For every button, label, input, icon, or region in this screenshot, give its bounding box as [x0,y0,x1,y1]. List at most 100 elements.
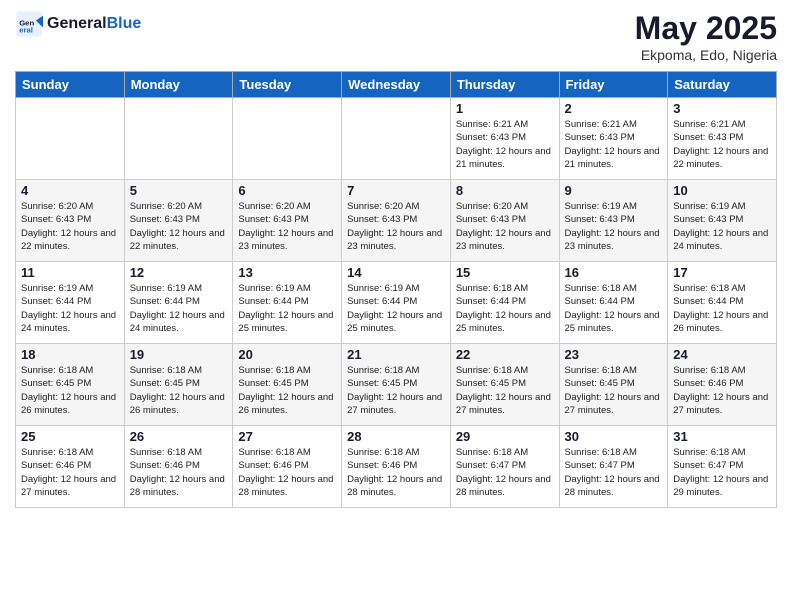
day-number: 21 [347,347,445,362]
calendar-cell-w0-d3 [342,98,451,180]
svg-text:eral: eral [19,25,33,34]
calendar-cell-w2-d3: 14 Sunrise: 6:19 AM Sunset: 6:44 PM Dayli… [342,262,451,344]
day-number: 13 [238,265,336,280]
header: Gen eral GeneralBlue May 2025 Ekpoma, Ed… [15,10,777,63]
day-info: Sunrise: 6:21 AM Sunset: 6:43 PM Dayligh… [673,118,771,171]
day-number: 29 [456,429,554,444]
day-info: Sunrise: 6:19 AM Sunset: 6:44 PM Dayligh… [347,282,445,335]
day-number: 18 [21,347,119,362]
day-info: Sunrise: 6:21 AM Sunset: 6:43 PM Dayligh… [456,118,554,171]
day-info: Sunrise: 6:20 AM Sunset: 6:43 PM Dayligh… [347,200,445,253]
calendar-cell-w0-d6: 3 Sunrise: 6:21 AM Sunset: 6:43 PM Daylig… [668,98,777,180]
day-info: Sunrise: 6:18 AM Sunset: 6:45 PM Dayligh… [130,364,228,417]
calendar-cell-w3-d0: 18 Sunrise: 6:18 AM Sunset: 6:45 PM Dayli… [16,344,125,426]
day-info: Sunrise: 6:18 AM Sunset: 6:46 PM Dayligh… [21,446,119,499]
calendar-cell-w0-d2 [233,98,342,180]
logo-text: GeneralBlue [47,15,141,33]
day-number: 2 [565,101,663,116]
day-number: 30 [565,429,663,444]
week-row-1: 4Sunrise: 6:20 AM Sunset: 6:43 PM Daylig… [16,180,777,262]
calendar-cell-w1-d5: 9 Sunrise: 6:19 AM Sunset: 6:43 PM Daylig… [559,180,668,262]
day-info: Sunrise: 6:18 AM Sunset: 6:46 PM Dayligh… [130,446,228,499]
day-info: Sunrise: 6:19 AM Sunset: 6:43 PM Dayligh… [565,200,663,253]
day-number: 16 [565,265,663,280]
week-row-4: 25Sunrise: 6:18 AM Sunset: 6:46 PM Dayli… [16,426,777,508]
calendar-cell-w4-d3: 28Sunrise: 6:18 AM Sunset: 6:46 PM Dayli… [342,426,451,508]
col-sunday: Sunday [16,72,125,98]
calendar-header-row: Sunday Monday Tuesday Wednesday Thursday… [16,72,777,98]
day-number: 17 [673,265,771,280]
page: Gen eral GeneralBlue May 2025 Ekpoma, Ed… [0,0,792,612]
day-info: Sunrise: 6:19 AM Sunset: 6:44 PM Dayligh… [21,282,119,335]
calendar-cell-w4-d1: 26 Sunrise: 6:18 AM Sunset: 6:46 PM Dayli… [124,426,233,508]
calendar-cell-w0-d4: 1 Sunrise: 6:21 AM Sunset: 6:43 PM Daylig… [450,98,559,180]
calendar-cell-w2-d0: 11 Sunrise: 6:19 AM Sunset: 6:44 PM Dayli… [16,262,125,344]
day-info: Sunrise: 6:18 AM Sunset: 6:45 PM Dayligh… [347,364,445,417]
calendar-cell-w2-d1: 12 Sunrise: 6:19 AM Sunset: 6:44 PM Dayli… [124,262,233,344]
day-info: Sunrise: 6:18 AM Sunset: 6:45 PM Dayligh… [565,364,663,417]
day-info: Sunrise: 6:18 AM Sunset: 6:46 PM Dayligh… [673,364,771,417]
day-number: 1 [456,101,554,116]
week-row-2: 11 Sunrise: 6:19 AM Sunset: 6:44 PM Dayli… [16,262,777,344]
calendar-cell-w0-d5: 2 Sunrise: 6:21 AM Sunset: 6:43 PM Daylig… [559,98,668,180]
location: Ekpoma, Edo, Nigeria [635,47,777,63]
calendar-cell-w0-d1 [124,98,233,180]
day-info: Sunrise: 6:20 AM Sunset: 6:43 PM Dayligh… [130,200,228,253]
day-number: 31 [673,429,771,444]
day-info: Sunrise: 6:18 AM Sunset: 6:47 PM Dayligh… [456,446,554,499]
day-info: Sunrise: 6:19 AM Sunset: 6:43 PM Dayligh… [673,200,771,253]
day-number: 20 [238,347,336,362]
day-number: 19 [130,347,228,362]
col-thursday: Thursday [450,72,559,98]
calendar-cell-w3-d1: 19 Sunrise: 6:18 AM Sunset: 6:45 PM Dayli… [124,344,233,426]
day-number: 23 [565,347,663,362]
calendar-cell-w3-d2: 20 Sunrise: 6:18 AM Sunset: 6:45 PM Dayli… [233,344,342,426]
day-info: Sunrise: 6:18 AM Sunset: 6:45 PM Dayligh… [21,364,119,417]
calendar-table: Sunday Monday Tuesday Wednesday Thursday… [15,71,777,508]
calendar-cell-w2-d6: 17Sunrise: 6:18 AM Sunset: 6:44 PM Dayli… [668,262,777,344]
calendar-cell-w1-d0: 4Sunrise: 6:20 AM Sunset: 6:43 PM Daylig… [16,180,125,262]
calendar-cell-w1-d3: 7 Sunrise: 6:20 AM Sunset: 6:43 PM Daylig… [342,180,451,262]
calendar-cell-w3-d3: 21 Sunrise: 6:18 AM Sunset: 6:45 PM Dayli… [342,344,451,426]
day-info: Sunrise: 6:18 AM Sunset: 6:45 PM Dayligh… [456,364,554,417]
day-number: 27 [238,429,336,444]
day-info: Sunrise: 6:18 AM Sunset: 6:46 PM Dayligh… [238,446,336,499]
col-friday: Friday [559,72,668,98]
day-number: 26 [130,429,228,444]
day-number: 7 [347,183,445,198]
calendar-cell-w3-d5: 23 Sunrise: 6:18 AM Sunset: 6:45 PM Dayli… [559,344,668,426]
week-row-0: 1 Sunrise: 6:21 AM Sunset: 6:43 PM Daylig… [16,98,777,180]
month-title: May 2025 [635,10,777,47]
day-number: 5 [130,183,228,198]
calendar-cell-w1-d1: 5 Sunrise: 6:20 AM Sunset: 6:43 PM Daylig… [124,180,233,262]
day-number: 11 [21,265,119,280]
calendar-cell-w2-d4: 15 Sunrise: 6:18 AM Sunset: 6:44 PM Dayli… [450,262,559,344]
day-number: 15 [456,265,554,280]
col-monday: Monday [124,72,233,98]
day-info: Sunrise: 6:20 AM Sunset: 6:43 PM Dayligh… [456,200,554,253]
logo-general: General [47,15,107,32]
day-number: 3 [673,101,771,116]
week-row-3: 18 Sunrise: 6:18 AM Sunset: 6:45 PM Dayli… [16,344,777,426]
calendar-cell-w4-d5: 30Sunrise: 6:18 AM Sunset: 6:47 PM Dayli… [559,426,668,508]
calendar-cell-w1-d6: 10Sunrise: 6:19 AM Sunset: 6:43 PM Dayli… [668,180,777,262]
day-info: Sunrise: 6:21 AM Sunset: 6:43 PM Dayligh… [565,118,663,171]
calendar-cell-w2-d5: 16Sunrise: 6:18 AM Sunset: 6:44 PM Dayli… [559,262,668,344]
day-info: Sunrise: 6:20 AM Sunset: 6:43 PM Dayligh… [21,200,119,253]
calendar-cell-w4-d0: 25Sunrise: 6:18 AM Sunset: 6:46 PM Dayli… [16,426,125,508]
calendar-cell-w2-d2: 13 Sunrise: 6:19 AM Sunset: 6:44 PM Dayli… [233,262,342,344]
col-saturday: Saturday [668,72,777,98]
day-info: Sunrise: 6:19 AM Sunset: 6:44 PM Dayligh… [130,282,228,335]
day-number: 28 [347,429,445,444]
day-info: Sunrise: 6:18 AM Sunset: 6:45 PM Dayligh… [238,364,336,417]
day-info: Sunrise: 6:19 AM Sunset: 6:44 PM Dayligh… [238,282,336,335]
day-number: 12 [130,265,228,280]
day-number: 24 [673,347,771,362]
calendar-cell-w3-d6: 24 Sunrise: 6:18 AM Sunset: 6:46 PM Dayli… [668,344,777,426]
logo-blue: Blue [107,15,142,32]
day-info: Sunrise: 6:18 AM Sunset: 6:47 PM Dayligh… [673,446,771,499]
day-number: 14 [347,265,445,280]
day-number: 8 [456,183,554,198]
day-number: 9 [565,183,663,198]
day-info: Sunrise: 6:18 AM Sunset: 6:44 PM Dayligh… [456,282,554,335]
